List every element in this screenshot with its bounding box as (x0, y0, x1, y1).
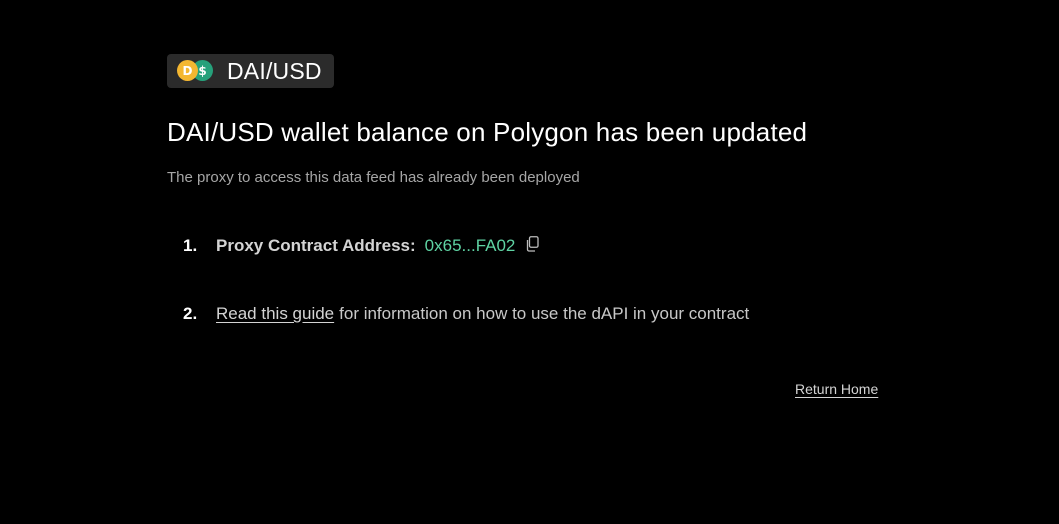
page-title: DAI/USD wallet balance on Polygon has be… (167, 117, 808, 147)
pair-label: DAI/USD (227, 57, 322, 84)
page-subtitle: The proxy to access this data feed has a… (167, 169, 580, 186)
proxy-contract-address[interactable]: 0x65...FA02 (425, 236, 516, 256)
step-number: 1. (183, 236, 198, 255)
step-read-guide: 2. Read this guide for information on ho… (183, 304, 749, 324)
guide-description: for information on how to use the dAPI i… (339, 304, 750, 323)
return-home-link[interactable]: Return Home (795, 381, 878, 397)
step-proxy-address: 1. Proxy Contract Address: 0x65...FA02 (183, 236, 540, 256)
token-icons: D $ (177, 60, 213, 82)
copy-icon[interactable] (525, 236, 540, 252)
step-number: 2. (183, 304, 198, 323)
dai-coin-icon: D (177, 60, 198, 81)
pair-badge: D $ DAI/USD (167, 54, 334, 88)
proxy-contract-label: Proxy Contract Address: (216, 236, 416, 255)
page: D $ DAI/USD DAI/USD wallet balance on Po… (0, 0, 1059, 524)
read-guide-link[interactable]: Read this guide (216, 304, 334, 324)
